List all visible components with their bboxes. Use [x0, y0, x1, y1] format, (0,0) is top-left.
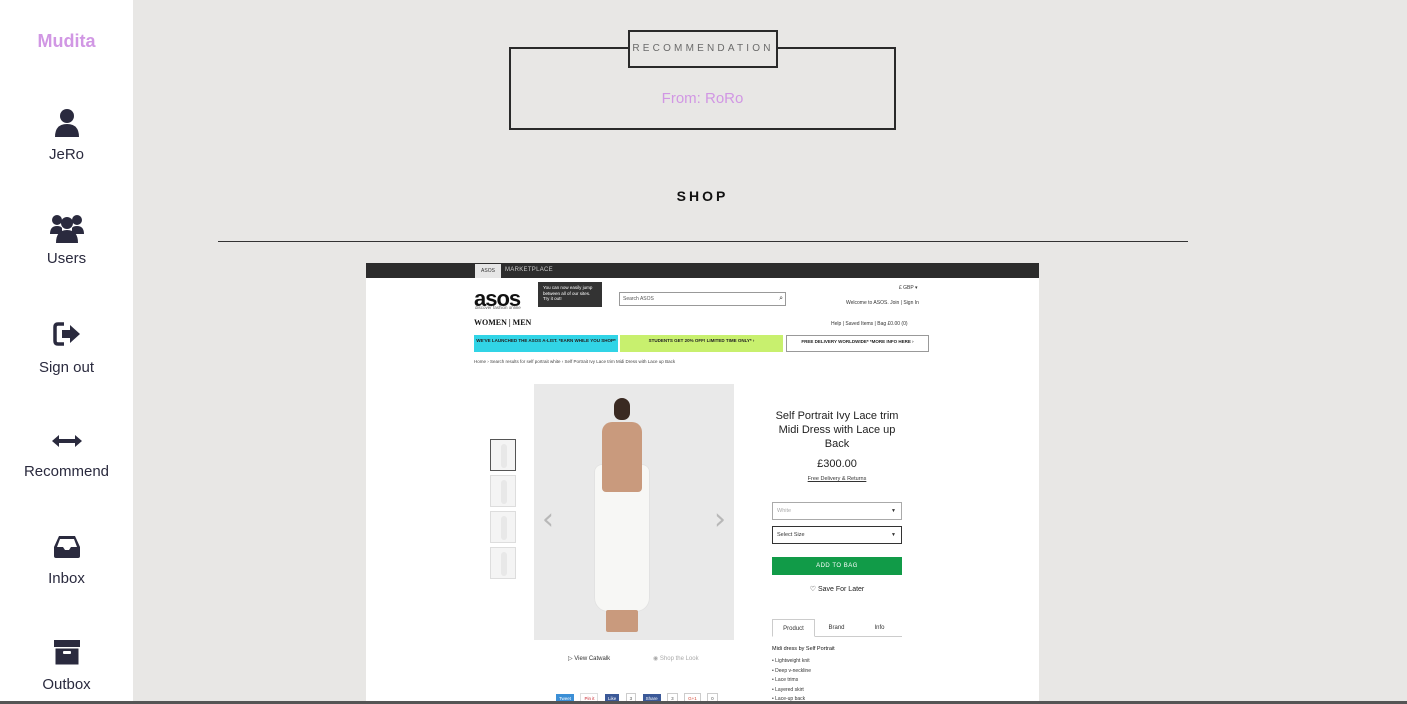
product-thumbnail: [490, 511, 516, 543]
sidebar-item-label: Recommend: [23, 463, 110, 480]
sidebar-item-label: Users: [46, 250, 87, 267]
recommendation-sender: From: RoRo: [661, 90, 744, 107]
add-to-bag-button: ADD TO BAG: [772, 557, 902, 575]
chevron-left-icon: ‹: [542, 502, 554, 537]
product-thumbnail: [490, 439, 516, 471]
arrows-horizontal-icon: [0, 425, 133, 457]
model-legs-shape: [606, 610, 638, 632]
store-tooltip: You can now easily jump between all of o…: [538, 282, 602, 307]
product-price: £300.00: [817, 458, 857, 470]
main-content: RECOMMENDATION From: RoRo SHOP ASOS MARK…: [133, 0, 1407, 704]
sidebar: Mudita JeRo Users Sign out Recommend Inb…: [0, 0, 133, 704]
sidebar-item-sign-out[interactable]: Sign out: [0, 321, 133, 401]
list-item: Layered skirt: [772, 687, 811, 697]
list-item: Lightweight knit: [772, 658, 811, 668]
search-icon: ⌕: [779, 295, 783, 302]
shop-the-look: ◉ Shop the Look: [653, 656, 699, 662]
size-select: Select Size ▼: [772, 526, 902, 544]
archive-icon: [0, 638, 133, 670]
users-icon: [0, 212, 133, 244]
store-tab: ASOS: [475, 264, 501, 278]
product-thumbnails: [490, 439, 516, 583]
caret-down-icon: ▼: [891, 508, 896, 514]
colour-select: White ▼: [772, 502, 902, 520]
model-head-shape: [614, 398, 630, 420]
store-search-placeholder: Search ASOS: [623, 296, 654, 302]
divider: [218, 241, 1188, 242]
product-tabs: Product Brand Info: [772, 619, 902, 637]
sidebar-item-label: JeRo: [48, 146, 85, 163]
store-welcome: Welcome to ASOS. Join | Sign In: [846, 300, 919, 306]
store-currency: £ GBP ▾: [899, 285, 918, 291]
user-icon: [0, 108, 133, 140]
store-tab: MARKETPLACE: [505, 267, 553, 273]
caret-down-icon: ▼: [891, 532, 896, 538]
list-item: Lace trims: [772, 677, 811, 687]
recommended-product-image[interactable]: ASOS MARKETPLACE asos discover fashion o…: [366, 263, 1039, 704]
store-logo-tagline: discover fashion online: [475, 305, 521, 310]
list-item: Deep v-neckline: [772, 668, 811, 678]
sidebar-item-profile[interactable]: JeRo: [0, 108, 133, 188]
store-nav-right: Help | Saved Items | Bag £0.00 (0): [831, 321, 908, 327]
product-main-image: ‹ ›: [534, 384, 734, 640]
product-thumbnail: [490, 547, 516, 579]
product-description-title: Midi dress by Self Portrait: [772, 646, 835, 652]
store-search-field: Search ASOS ⌕: [619, 292, 786, 306]
save-for-later: ♡ Save For Later: [809, 586, 865, 593]
view-catwalk: ▷ View Catwalk: [568, 656, 611, 662]
tab-product: Product: [772, 619, 815, 637]
sidebar-item-inbox[interactable]: Inbox: [0, 532, 133, 612]
sidebar-item-recommend[interactable]: Recommend: [0, 425, 133, 505]
store-breadcrumb: Home › Search results for self portrait …: [474, 359, 676, 364]
inbox-icon: [0, 532, 133, 564]
sidebar-item-label: Inbox: [48, 570, 85, 587]
store-banner: STUDENTS GET 20% OFF! LIMITED TIME ONLY*…: [620, 335, 783, 352]
store-topbar: ASOS MARKETPLACE: [366, 263, 1039, 278]
sidebar-item-label: Outbox: [42, 676, 91, 693]
product-delivery-link: Free Delivery & Returns: [807, 476, 867, 482]
tab-info: Info: [874, 625, 885, 631]
sidebar-item-users[interactable]: Users: [0, 212, 133, 292]
sidebar-item-label: Sign out: [38, 359, 95, 376]
colour-select-value: White: [777, 508, 792, 514]
product-thumbnail: [490, 475, 516, 507]
chevron-right-icon: ›: [714, 502, 726, 537]
tab-brand: Brand: [828, 625, 845, 631]
sidebar-item-outbox[interactable]: Outbox: [0, 638, 133, 704]
store-banner: FREE DELIVERY WORLDWIDE* *MORE INFO HERE…: [786, 335, 929, 352]
store-banner: WE'VE LAUNCHED THE ASOS A-LIST. *EARN WH…: [474, 335, 618, 352]
product-title: Self Portrait Ivy Lace trim Midi Dress w…: [775, 410, 899, 450]
product-description-list: Lightweight knit Deep v-neckline Lace tr…: [772, 658, 811, 704]
sign-out-icon: [0, 321, 133, 353]
section-title: SHOP: [676, 188, 729, 204]
model-shape: [602, 422, 642, 492]
size-select-value: Select Size: [777, 532, 805, 538]
recommendation-tag: RECOMMENDATION: [628, 30, 778, 68]
brand-logo[interactable]: Mudita: [0, 31, 133, 52]
store-nav: WOMEN | MEN: [474, 318, 532, 327]
